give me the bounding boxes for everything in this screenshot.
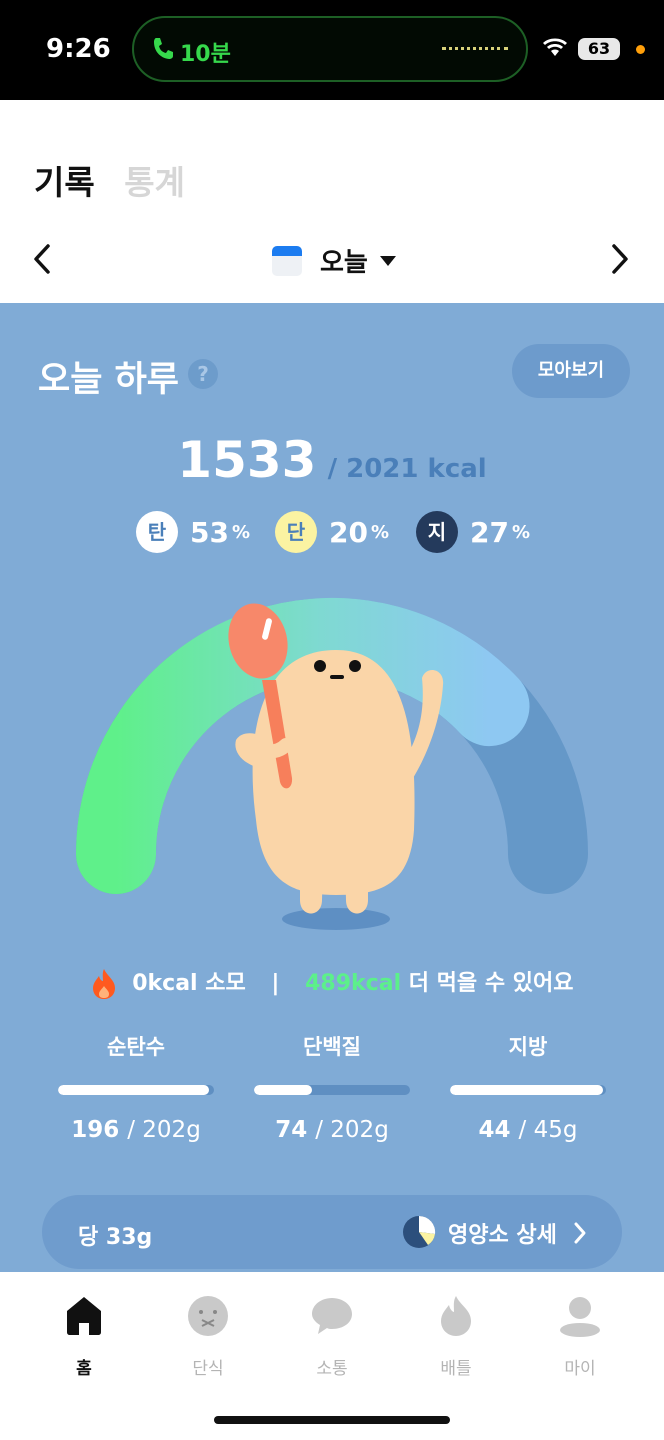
nutrient-progress-fill	[58, 1085, 210, 1095]
collect-view-button[interactable]: 모아보기	[512, 344, 630, 398]
nutrition-detail-bar[interactable]: 당 33g 영양소 상세	[42, 1195, 622, 1269]
calories-consumed: 1533	[177, 431, 317, 489]
date-navigator: 오늘	[0, 226, 664, 292]
chevron-right-icon	[574, 1222, 586, 1244]
daily-summary-panel: 오늘 하루 ? 모아보기 1533 / 2021 kcal 탄 53 % 단 2…	[0, 303, 664, 1273]
nutrient-progress-bar	[254, 1085, 410, 1095]
macro-protein: 단 20 %	[275, 511, 389, 553]
nav-label: 단식	[192, 1359, 224, 1379]
fat-percent: 27	[470, 515, 509, 549]
wifi-icon	[543, 38, 567, 56]
nutrient-value: 74 / 202g	[252, 1117, 412, 1143]
macro-carb: 탄 53 %	[136, 511, 250, 553]
fat-unit: %	[511, 521, 531, 543]
date-label: 오늘	[320, 248, 368, 278]
nav-fasting[interactable]: 단식	[158, 1294, 258, 1379]
panel-title: 오늘 하루	[38, 360, 179, 400]
nutrient-label: 순탄수	[107, 1035, 165, 1059]
flame-icon	[441, 1296, 471, 1336]
dynamic-island-call[interactable]: 10분	[132, 16, 528, 82]
nutrient-progress-bar	[450, 1085, 606, 1095]
nutrient-goal: / 45g	[518, 1117, 578, 1143]
calendar-icon	[272, 245, 302, 276]
calorie-gauge	[76, 597, 588, 930]
home-indicator	[214, 1416, 450, 1424]
status-bar: 9:26 10분 63	[0, 0, 664, 100]
flame-icon	[92, 969, 115, 999]
nutrient-consumed: 196	[71, 1117, 120, 1143]
bottom-navigation: 홈 단식 소통 배틀 마이	[0, 1272, 664, 1440]
remaining-calories: 489kcal	[305, 971, 402, 996]
macro-fat: 지 27 %	[416, 511, 530, 553]
nutrient-value: 196 / 202g	[56, 1117, 216, 1143]
remaining-text: 더 먹을 수 있어요	[408, 971, 574, 996]
nutrient-fat: 지방 44 / 45g	[448, 1031, 608, 1143]
nav-battle[interactable]: 배틀	[406, 1294, 506, 1379]
fat-badge: 지	[416, 511, 458, 553]
nutrient-progress-fill	[254, 1085, 312, 1095]
nutrient-progress-bar	[58, 1085, 214, 1095]
nutrient-goal: / 202g	[315, 1117, 389, 1143]
protein-badge: 단	[275, 511, 317, 553]
nav-community[interactable]: 소통	[282, 1294, 382, 1379]
battery-icon: 63	[578, 38, 620, 60]
status-time: 9:26	[46, 34, 111, 64]
nutrient-progress-fill	[450, 1085, 603, 1095]
nutrient-protein: 단백질 74 / 202g	[252, 1031, 412, 1143]
nav-label: 홈	[76, 1359, 92, 1379]
nutrient-label: 지방	[508, 1035, 548, 1059]
chevron-left-icon[interactable]	[30, 242, 54, 276]
fasting-icon	[188, 1296, 228, 1336]
person-icon	[560, 1297, 600, 1337]
protein-unit: %	[370, 521, 390, 543]
nutrient-net-carbs: 순탄수 196 / 202g	[56, 1031, 216, 1143]
mic-indicator-dot	[636, 45, 645, 54]
nutrient-value: 44 / 45g	[448, 1117, 608, 1143]
tab-stats[interactable]: 통계	[124, 163, 185, 202]
help-icon[interactable]: ?	[188, 359, 218, 389]
tab-record[interactable]: 기록	[34, 163, 95, 202]
separator: |	[271, 971, 280, 996]
calorie-summary: 1533 / 2021 kcal	[0, 431, 664, 489]
nutrition-detail-link[interactable]: 영양소 상세	[448, 1217, 557, 1249]
call-duration: 10분	[180, 42, 231, 67]
nutrient-label: 단백질	[303, 1035, 361, 1059]
burn-row: 0kcal 소모 | 489kcal 더 먹을 수 있어요	[0, 965, 664, 1000]
pie-chart-icon	[403, 1215, 436, 1248]
date-selector[interactable]: 오늘	[272, 242, 396, 279]
burned-calories: 0kcal 소모	[132, 971, 246, 996]
carb-unit: %	[231, 521, 251, 543]
caret-down-icon	[379, 255, 396, 266]
home-icon	[67, 1297, 101, 1335]
audio-waveform	[442, 47, 508, 51]
chevron-right-icon[interactable]	[608, 242, 632, 276]
top-tabs: 기록 통계	[34, 156, 185, 204]
nav-my[interactable]: 마이	[530, 1294, 630, 1379]
chat-bubble-icon	[312, 1298, 352, 1334]
nav-label: 배틀	[440, 1359, 472, 1379]
macro-ratio-row: 탄 53 % 단 20 % 지 27 %	[0, 511, 664, 555]
nav-label: 소통	[316, 1359, 348, 1379]
sugar-amount: 당 33g	[78, 1225, 153, 1250]
nutrient-consumed: 74	[275, 1117, 308, 1143]
carb-percent: 53	[190, 515, 229, 549]
carb-badge: 탄	[136, 511, 178, 553]
nutrient-goal: / 202g	[127, 1117, 201, 1143]
phone-icon	[154, 38, 173, 59]
nav-home[interactable]: 홈	[34, 1294, 134, 1379]
nav-label: 마이	[564, 1359, 596, 1379]
nutrient-consumed: 44	[478, 1117, 511, 1143]
protein-percent: 20	[329, 515, 368, 549]
calories-goal: / 2021 kcal	[327, 454, 487, 484]
